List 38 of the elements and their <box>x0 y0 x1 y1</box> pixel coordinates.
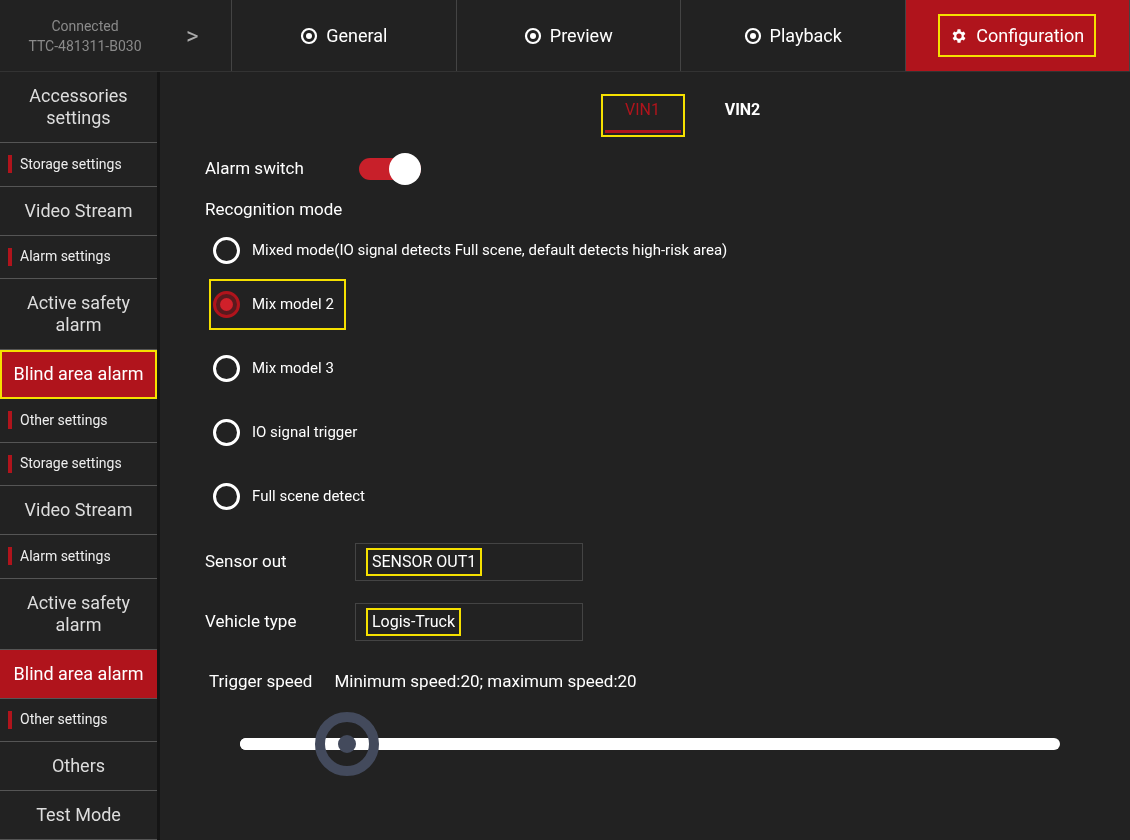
radio-eye-icon <box>743 26 762 45</box>
value-field[interactable]: SENSOR OUT1 <box>355 542 583 581</box>
sidebar-item[interactable]: Blind area alarm <box>0 350 157 399</box>
nav-tab[interactable]: Configuration <box>905 0 1130 71</box>
field-label: Sensor out <box>205 549 288 573</box>
expand-arrow[interactable]: > <box>186 17 199 54</box>
sidebar-item[interactable]: Accessories settings <box>0 72 157 143</box>
speed-reading: Minimum speed:20; maximum speed:20 <box>334 669 637 693</box>
sidebar-subitem[interactable]: Storage settings <box>0 442 157 486</box>
radio-option[interactable]: Mixed mode(IO signal detects Full scene, default detects high-risk area) <box>209 225 740 276</box>
radio-option[interactable]: Mix model 2 <box>209 279 346 330</box>
alarm-toggle[interactable] <box>358 153 421 185</box>
sidebar-item[interactable]: Blind area alarm <box>0 649 157 699</box>
sidebar-item[interactable]: Active safety alarm <box>0 578 157 650</box>
field-label: Vehicle type <box>205 609 298 633</box>
field-label: Trigger speed <box>209 669 313 693</box>
slider-thumb[interactable] <box>314 712 379 776</box>
device-id: TTC-481311-B030 <box>28 36 142 56</box>
radio-option[interactable]: Mix model 3 <box>209 343 346 394</box>
radio-option[interactable]: Full scene detect <box>209 471 377 522</box>
sidebar-item[interactable]: Test Mode <box>0 791 157 840</box>
sidebar-item[interactable]: Video Stream <box>0 186 157 236</box>
sidebar-subitem[interactable]: Alarm settings <box>0 235 157 279</box>
channel-tab[interactable]: VIN2 <box>700 94 785 137</box>
value-field[interactable]: Logis-Truck <box>355 602 583 641</box>
sidebar-subitem[interactable]: Other settings <box>0 399 157 443</box>
sidebar-subitem[interactable]: Alarm settings <box>0 535 157 579</box>
sidebar-item[interactable]: Others <box>0 742 157 791</box>
radio-eye-icon <box>300 26 319 45</box>
radio-option[interactable]: IO signal trigger <box>209 407 370 458</box>
sidebar-subitem[interactable]: Other settings <box>0 698 157 742</box>
sidebar-subitem[interactable]: Storage settings <box>0 143 157 187</box>
field-label: Alarm switch <box>205 157 304 181</box>
connection-status: Connected <box>51 16 119 36</box>
radio-eye-icon <box>523 26 542 45</box>
speed-slider[interactable] <box>240 712 1060 776</box>
section-label: Recognition mode <box>205 198 344 221</box>
sidebar-item[interactable]: Video Stream <box>0 486 157 535</box>
